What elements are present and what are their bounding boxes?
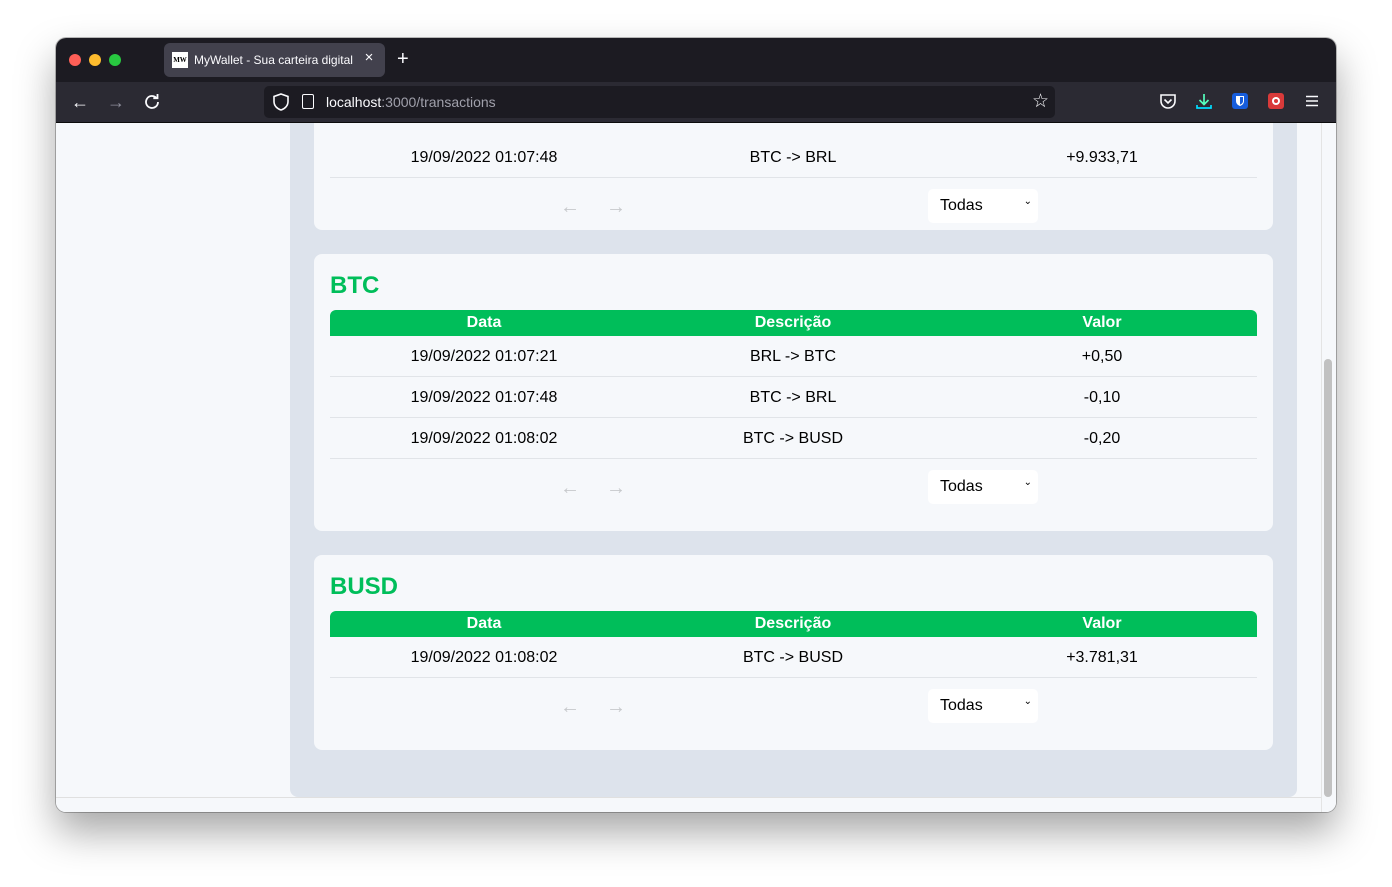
cell-value: +0,50 <box>1081 348 1123 365</box>
tab-title: MyWallet - Sua carteira digital <box>194 53 353 67</box>
header-data: Data <box>466 615 502 632</box>
wallet-card-busd: BUSD Data Descrição Valor 19/09/2022 01:… <box>314 555 1273 750</box>
chevron-down-icon: ⌄ <box>1023 696 1032 707</box>
card-title: BUSD <box>330 573 399 600</box>
tab-active[interactable]: MW MyWallet - Sua carteira digital × <box>164 43 385 77</box>
cell-description: BTC -> BUSD <box>742 430 843 447</box>
tab-bar: MW MyWallet - Sua carteira digital × + <box>56 38 1336 82</box>
cell-value: +3.781,31 <box>1066 649 1138 666</box>
page-icon <box>302 94 314 109</box>
url-bar[interactable]: localhost:3000/transactions ☆ <box>264 86 1055 118</box>
cell-date: 19/09/2022 01:08:02 <box>410 430 558 447</box>
header-data: Data <box>466 314 502 331</box>
url-text[interactable]: localhost:3000/transactions <box>326 94 496 110</box>
minimize-window-button[interactable] <box>89 54 101 66</box>
table-row: 19/09/2022 01:07:21 BRL -> BTC +0,50 <box>330 336 1257 377</box>
filter-select-value: Todas <box>940 197 983 214</box>
pagination: ← → Todas ⌄ <box>330 189 1257 229</box>
forward-icon[interactable]: → <box>104 90 128 114</box>
cell-value: -0,10 <box>1083 389 1121 406</box>
shield-icon[interactable] <box>272 92 290 112</box>
cell-value: +9.933,71 <box>1066 149 1138 166</box>
scrollbar-thumb[interactable] <box>1324 359 1332 797</box>
prev-page-icon[interactable]: ← <box>558 695 582 719</box>
new-tab-icon[interactable]: + <box>397 48 409 70</box>
cell-date: 19/09/2022 01:08:02 <box>410 649 558 666</box>
header-descricao: Descrição <box>754 615 832 632</box>
table-row: 19/09/2022 01:08:02 BTC -> BUSD -0,20 <box>330 418 1257 459</box>
reload-icon[interactable] <box>140 90 164 114</box>
wallet-card-btc: BTC Data Descrição Valor 19/09/2022 01:0… <box>314 254 1273 531</box>
prev-page-icon[interactable]: ← <box>558 195 582 219</box>
nav-toolbar: ← → localhost:3000/transactions ☆ <box>56 82 1336 123</box>
wallet-card-previous: 19/09/2022 01:07:48 BTC -> BRL +9.933,71… <box>314 123 1273 230</box>
divider <box>56 797 1321 798</box>
sidebar <box>56 123 290 812</box>
cell-date: 19/09/2022 01:07:48 <box>410 389 558 406</box>
table-row: 19/09/2022 01:07:48 BTC -> BRL +9.933,71 <box>330 137 1257 178</box>
next-page-icon[interactable]: → <box>604 195 628 219</box>
back-icon[interactable]: ← <box>68 90 92 114</box>
table-header: Data Descrição Valor <box>330 611 1257 637</box>
table-row: 19/09/2022 01:07:48 BTC -> BRL -0,10 <box>330 377 1257 418</box>
cell-value: -0,20 <box>1083 430 1121 447</box>
card-title: BTC <box>330 272 380 299</box>
prev-page-icon[interactable]: ← <box>558 476 582 500</box>
cell-description: BRL -> BTC <box>749 348 837 365</box>
cell-description: BTC -> BRL <box>749 389 837 406</box>
chevron-down-icon: ⌄ <box>1023 196 1032 207</box>
chevron-down-icon: ⌄ <box>1023 477 1032 488</box>
bitwarden-icon[interactable] <box>1231 92 1249 110</box>
close-window-button[interactable] <box>69 54 81 66</box>
cell-description: BTC -> BRL <box>749 149 837 166</box>
filter-select[interactable]: Todas ⌄ <box>928 689 1038 723</box>
header-valor: Valor <box>1082 314 1122 331</box>
zoom-window-button[interactable] <box>109 54 121 66</box>
header-valor: Valor <box>1082 615 1122 632</box>
favicon-icon: MW <box>172 52 188 68</box>
filter-select[interactable]: Todas ⌄ <box>928 470 1038 504</box>
table-row: 19/09/2022 01:08:02 BTC -> BUSD +3.781,3… <box>330 637 1257 678</box>
cell-description: BTC -> BUSD <box>742 649 843 666</box>
tab-close-icon[interactable]: × <box>361 50 377 66</box>
page-viewport: 19/09/2022 01:07:48 BTC -> BRL +9.933,71… <box>56 123 1336 812</box>
extension-icon[interactable] <box>1267 92 1285 110</box>
next-page-icon[interactable]: → <box>604 695 628 719</box>
browser-window: MW MyWallet - Sua carteira digital × + ←… <box>56 38 1336 812</box>
header-descricao: Descrição <box>754 314 832 331</box>
table-header: Data Descrição Valor <box>330 310 1257 336</box>
transactions-panel: 19/09/2022 01:07:48 BTC -> BRL +9.933,71… <box>290 123 1297 797</box>
filter-select-value: Todas <box>940 697 983 714</box>
star-icon[interactable]: ☆ <box>1032 90 1049 114</box>
pagination: ← → Todas ⌄ <box>330 470 1257 510</box>
filter-select-value: Todas <box>940 478 983 495</box>
download-icon[interactable] <box>1195 92 1213 110</box>
next-page-icon[interactable]: → <box>604 476 628 500</box>
filter-select[interactable]: Todas ⌄ <box>928 189 1038 223</box>
cell-date: 19/09/2022 01:07:48 <box>410 149 558 166</box>
pagination: ← → Todas ⌄ <box>330 689 1257 729</box>
pocket-icon[interactable] <box>1159 92 1177 110</box>
menu-icon[interactable] <box>1303 92 1321 110</box>
cell-date: 19/09/2022 01:07:21 <box>410 348 558 365</box>
